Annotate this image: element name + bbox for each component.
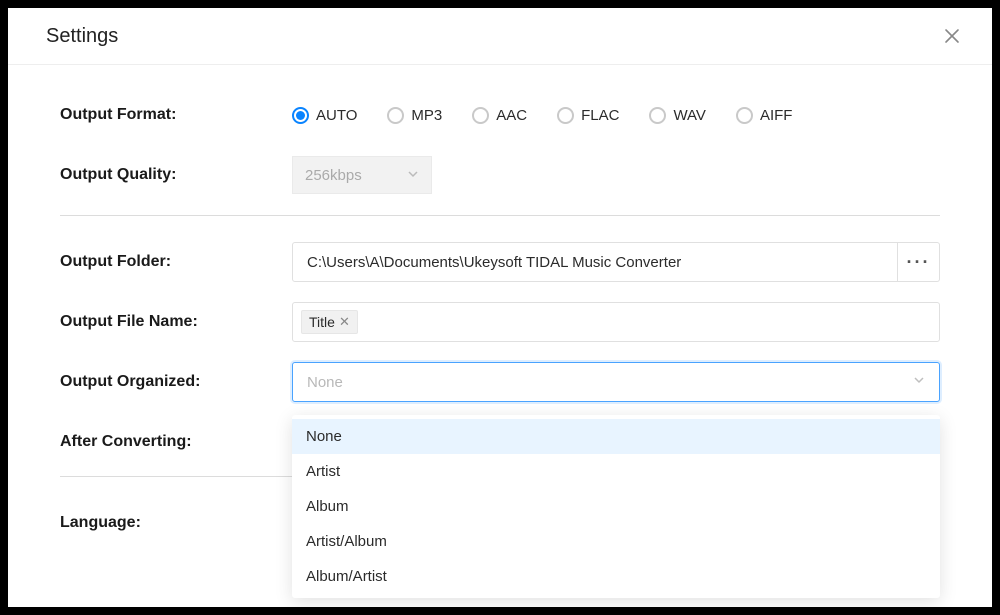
dropdown-option[interactable]: None (292, 419, 940, 454)
filename-tag-label: Title (309, 314, 335, 330)
radio-label: MP3 (411, 107, 442, 124)
row-output-organized: Output Organized: None (60, 362, 940, 402)
radio-icon (649, 107, 666, 124)
radio-label: WAV (673, 107, 706, 124)
radio-icon (736, 107, 753, 124)
output-quality-select[interactable]: 256kbps (292, 156, 432, 194)
label-output-quality: Output Quality: (60, 166, 292, 184)
modal-body: Output Format: AUTO MP3 AAC FLAC WAV AIFF Out… (8, 65, 992, 563)
output-organized-value: None (307, 374, 343, 391)
label-output-file-name: Output File Name: (60, 313, 292, 331)
label-output-organized: Output Organized: (60, 373, 292, 391)
chevron-down-icon (407, 167, 419, 184)
modal-title: Settings (46, 25, 118, 48)
radio-mp3[interactable]: MP3 (387, 107, 442, 124)
radio-icon (292, 107, 309, 124)
radio-wav[interactable]: WAV (649, 107, 706, 124)
radio-icon (387, 107, 404, 124)
chevron-down-icon (913, 373, 925, 391)
close-icon (944, 28, 960, 44)
dropdown-option[interactable]: Artist (292, 454, 940, 489)
tag-remove-icon[interactable]: ✕ (339, 314, 350, 330)
row-output-format: Output Format: AUTO MP3 AAC FLAC WAV AIFF (60, 95, 940, 135)
filename-tag: Title ✕ (301, 310, 358, 334)
radio-flac[interactable]: FLAC (557, 107, 619, 124)
dropdown-option[interactable]: Album (292, 489, 940, 524)
radio-icon (557, 107, 574, 124)
label-language: Language: (60, 514, 292, 532)
label-output-format: Output Format: (60, 106, 292, 124)
output-folder-input[interactable] (292, 242, 898, 282)
dropdown-option[interactable]: Artist/Album (292, 524, 940, 559)
output-file-name-input[interactable]: Title ✕ (292, 302, 940, 342)
divider (60, 215, 940, 216)
settings-modal: Settings Output Format: AUTO MP3 AAC FLAC WA… (8, 8, 992, 607)
radio-auto[interactable]: AUTO (292, 107, 357, 124)
row-output-folder: Output Folder: ··· (60, 242, 940, 282)
modal-header: Settings (8, 8, 992, 65)
radio-label: FLAC (581, 107, 619, 124)
radio-aiff[interactable]: AIFF (736, 107, 793, 124)
radio-icon (472, 107, 489, 124)
close-button[interactable] (940, 24, 964, 48)
browse-button[interactable]: ··· (898, 242, 940, 282)
output-organized-select[interactable]: None (292, 362, 940, 402)
output-organized-dropdown: NoneArtistAlbumArtist/AlbumAlbum/Artist (292, 415, 940, 598)
radio-label: AIFF (760, 107, 793, 124)
radio-label: AAC (496, 107, 527, 124)
row-output-quality: Output Quality: 256kbps (60, 155, 940, 195)
dropdown-option[interactable]: Album/Artist (292, 559, 940, 594)
label-after-converting: After Converting: (60, 433, 292, 451)
radio-label: AUTO (316, 107, 357, 124)
output-quality-value: 256kbps (305, 167, 362, 184)
radio-aac[interactable]: AAC (472, 107, 527, 124)
row-output-file-name: Output File Name: Title ✕ (60, 302, 940, 342)
output-format-radio-group: AUTO MP3 AAC FLAC WAV AIFF (292, 107, 792, 124)
label-output-folder: Output Folder: (60, 253, 292, 271)
